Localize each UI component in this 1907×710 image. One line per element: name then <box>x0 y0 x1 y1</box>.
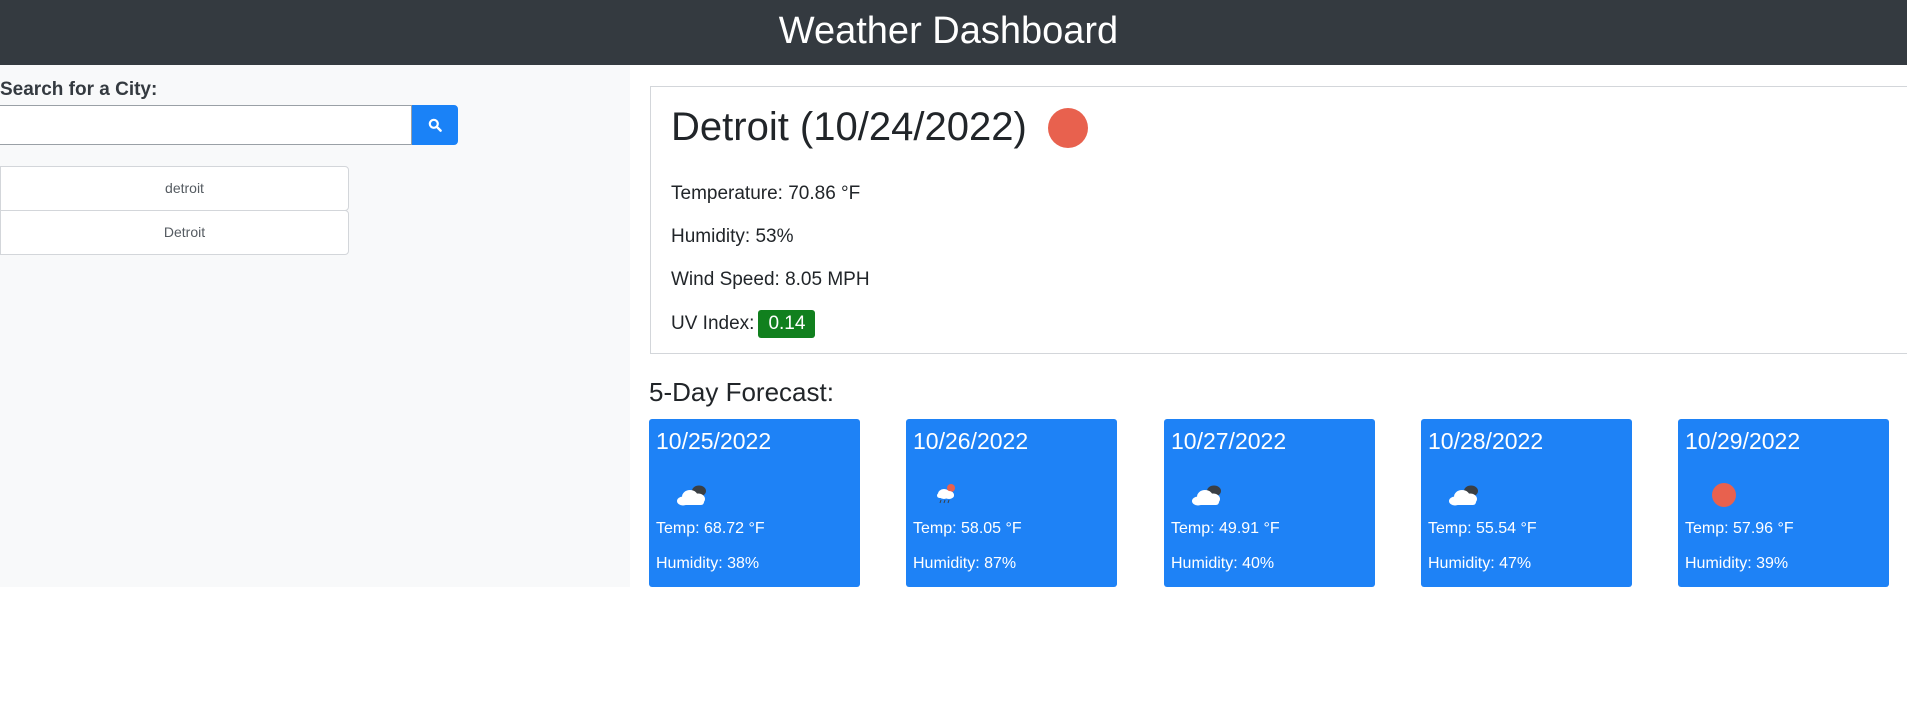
forecast-card: 10/29/2022 Temp: 57.96 °F Humidity: 39% <box>1678 419 1889 587</box>
forecast-temp: Temp: 58.05 °F <box>913 520 1022 537</box>
cloud-icon <box>1449 485 1478 506</box>
app-header: Weather Dashboard <box>0 0 1907 65</box>
forecast-date: 10/26/2022 <box>913 428 1029 454</box>
forecast-card: 10/28/2022 Temp: 55.54 °F Humidity: 47% <box>1421 419 1632 587</box>
page-title: Weather Dashboard <box>778 10 1119 52</box>
forecast-humidity: Humidity: 38% <box>656 555 760 572</box>
forecast-title: 5-Day Forecast: <box>649 377 834 407</box>
history-item[interactable]: detroit <box>0 166 349 211</box>
uv-index-label: UV Index: <box>671 313 755 334</box>
forecast-date: 10/25/2022 <box>656 428 772 454</box>
sun-icon <box>1048 108 1088 148</box>
search-input[interactable] <box>0 105 412 145</box>
sidebar: Search for a City: detroit Detroit <box>0 65 630 587</box>
forecast-card: 10/27/2022 Temp: 49.91 °F Humidity: 40% <box>1164 419 1375 587</box>
history-item[interactable]: Detroit <box>0 210 349 255</box>
city-date-title: Detroit (10/24/2022) <box>671 105 1027 149</box>
forecast-temp: Temp: 57.96 °F <box>1685 520 1794 537</box>
forecast-temp: Temp: 55.54 °F <box>1428 520 1537 537</box>
uv-index-row: UV Index: 0.14 <box>671 310 816 338</box>
wind-speed-text: Wind Speed: 8.05 MPH <box>671 269 870 290</box>
rain-icon <box>937 484 955 504</box>
forecast-temp: Temp: 68.72 °F <box>656 520 765 537</box>
forecast-temp: Temp: 49.91 °F <box>1171 520 1280 537</box>
temperature-text: Temperature: 70.86 °F <box>671 183 861 204</box>
search-history: detroit Detroit <box>0 166 349 255</box>
humidity-text: Humidity: 53% <box>671 226 794 247</box>
cloud-icon <box>1192 485 1221 506</box>
forecast-humidity: Humidity: 40% <box>1171 555 1275 572</box>
search-button[interactable] <box>412 105 458 145</box>
forecast-humidity: Humidity: 87% <box>913 555 1017 572</box>
forecast-date: 10/28/2022 <box>1428 428 1544 454</box>
search-label: Search for a City: <box>0 79 158 100</box>
forecast-card: 10/26/2022 Temp: 58.05 °F Humidity: 87% <box>906 419 1117 587</box>
cloud-icon <box>677 485 706 506</box>
sun-icon <box>1712 483 1736 507</box>
forecast-card: 10/25/2022 Temp: 68.72 °F Humidity: 38% <box>649 419 860 587</box>
search-icon <box>428 118 442 132</box>
forecast-date: 10/29/2022 <box>1685 428 1801 454</box>
uv-index-badge: 0.14 <box>758 310 816 338</box>
forecast-humidity: Humidity: 47% <box>1428 555 1532 572</box>
current-weather-card: Detroit (10/24/2022) Temperature: 70.86 … <box>650 86 1907 354</box>
forecast-humidity: Humidity: 39% <box>1685 555 1789 572</box>
forecast-date: 10/27/2022 <box>1171 428 1287 454</box>
